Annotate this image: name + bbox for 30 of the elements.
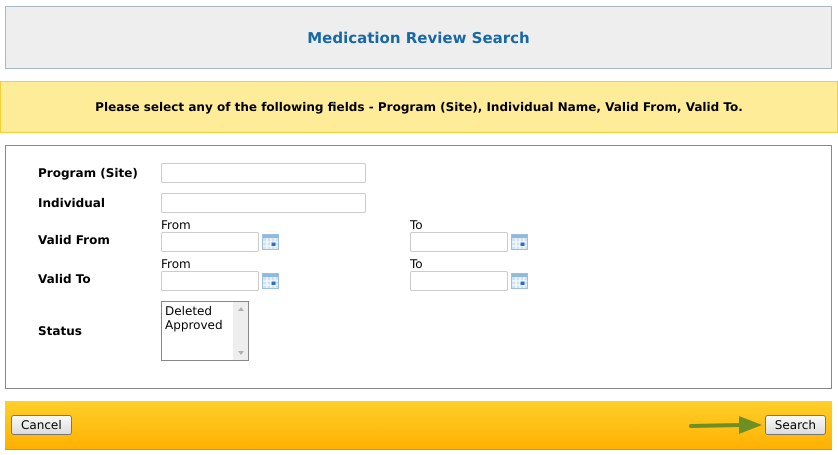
list-option[interactable]: Approved — [165, 318, 230, 332]
search-button[interactable]: Search — [764, 415, 826, 435]
to-label: To — [410, 257, 424, 271]
scroll-down-icon[interactable] — [236, 350, 244, 356]
calendar-icon[interactable] — [262, 273, 279, 289]
field-label: Status — [38, 324, 83, 338]
calendar-icon[interactable] — [262, 234, 279, 250]
field-label: Program (Site) — [38, 166, 139, 180]
to-label: To — [410, 218, 424, 232]
from-label: From — [161, 218, 192, 232]
field-label: Valid To — [38, 272, 92, 286]
calendar-icon[interactable] — [511, 234, 528, 250]
list-option[interactable]: Deleted — [165, 304, 230, 318]
date-field[interactable] — [161, 271, 259, 291]
field-label: Individual — [38, 196, 106, 210]
from-label: From — [161, 257, 192, 271]
field-label: Valid From — [38, 233, 111, 247]
date-field[interactable] — [410, 271, 508, 291]
date-field[interactable] — [410, 232, 508, 252]
status-listbox[interactable]: Deleted Approved — [161, 301, 249, 361]
text-field[interactable] — [161, 193, 366, 213]
arrow-icon — [688, 415, 763, 435]
instruction-text: Please select any of the following fields - Program (Site), Individual Name, Valid From, Valid To. — [95, 100, 743, 114]
date-field[interactable] — [161, 232, 259, 252]
scrollbar[interactable] — [233, 302, 248, 360]
text-field[interactable] — [161, 163, 366, 183]
scroll-up-icon[interactable] — [236, 306, 244, 312]
page-title: Medication Review Search — [307, 28, 530, 46]
calendar-icon[interactable] — [511, 273, 528, 289]
cancel-button[interactable]: Cancel — [11, 415, 72, 435]
